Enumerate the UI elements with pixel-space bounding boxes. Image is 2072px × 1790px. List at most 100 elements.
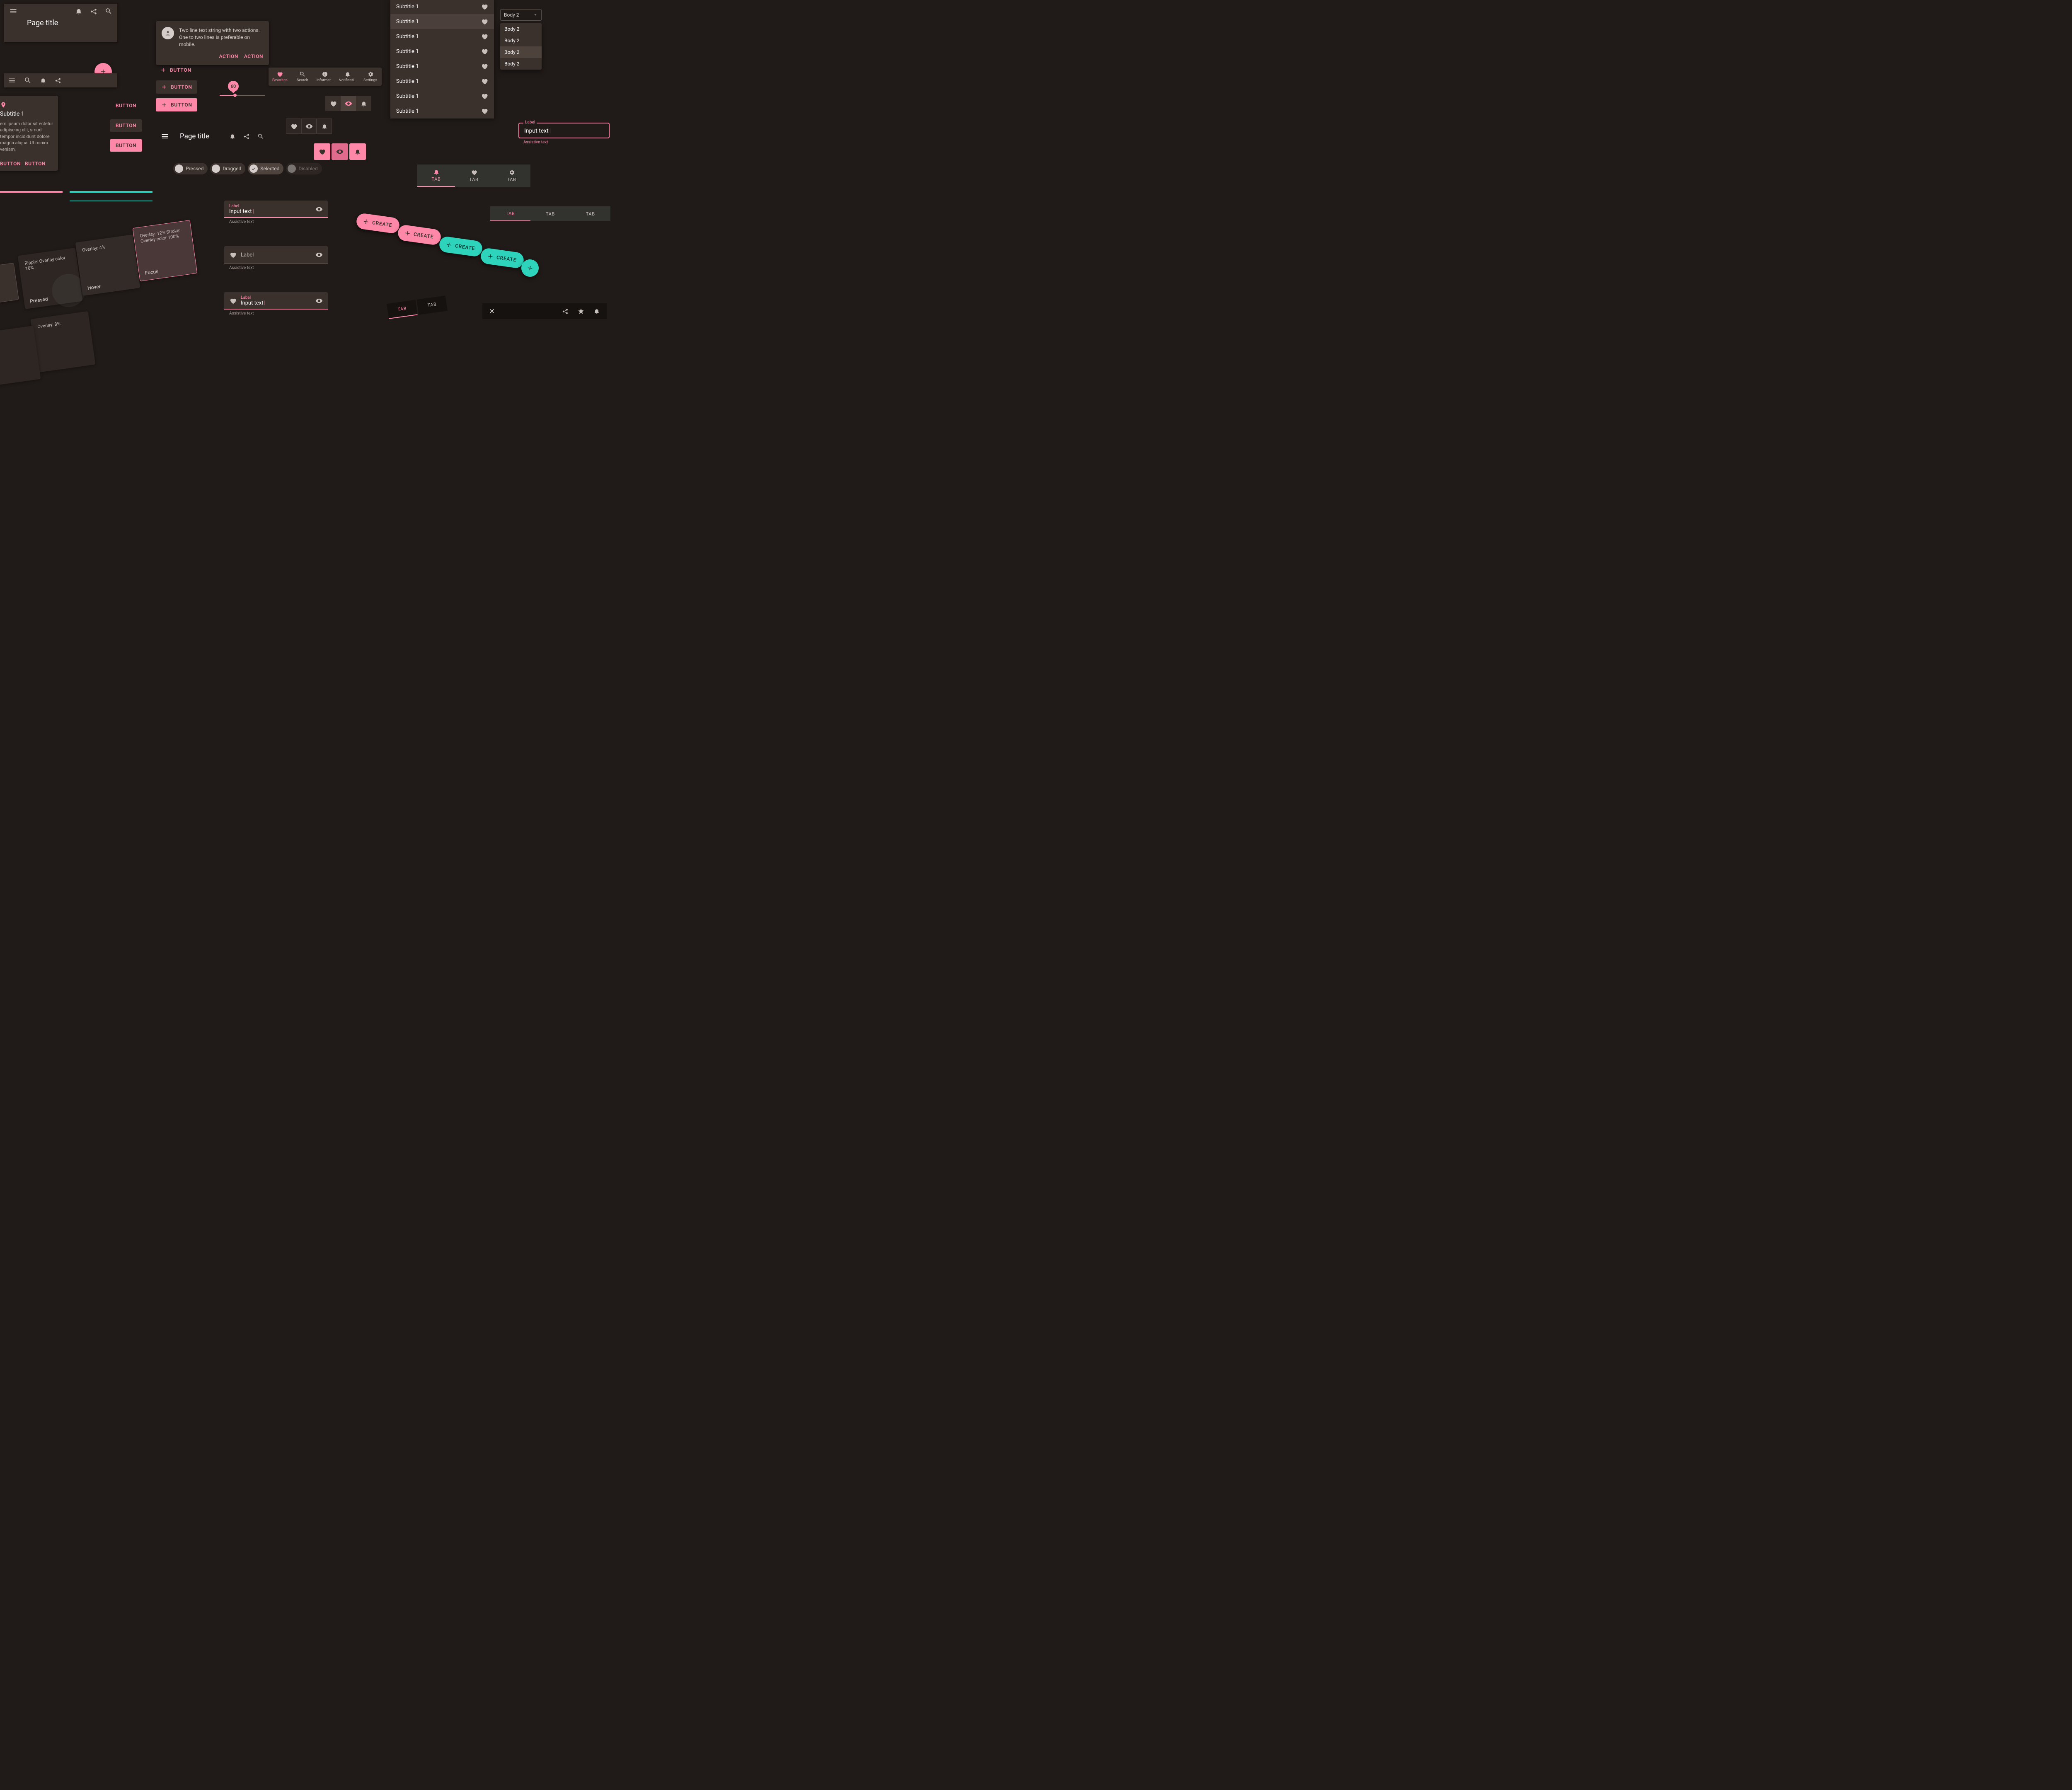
eye-icon[interactable] [315, 206, 323, 213]
nav-notifications[interactable]: Notificati... [336, 68, 359, 86]
search-icon[interactable] [257, 133, 264, 140]
tab-1[interactable]: TAB [417, 164, 455, 187]
nav-favorites[interactable]: Favorites [269, 68, 291, 86]
nav-settings[interactable]: Settings [359, 68, 382, 86]
chip-pressed[interactable]: Pressed [173, 163, 208, 174]
tab-3[interactable]: TAB [570, 206, 610, 221]
eye-icon [336, 148, 344, 155]
share-icon[interactable] [562, 308, 569, 314]
menu-icon[interactable] [9, 7, 17, 15]
heart-icon[interactable] [481, 33, 488, 40]
chip-dragged[interactable]: Dragged [210, 163, 245, 174]
select-button[interactable]: Body 2 [500, 9, 542, 21]
contained-button-pink[interactable]: BUTTON [110, 139, 142, 152]
button-variants: BUTTON BUTTON BUTTON [110, 99, 142, 152]
card-action-2[interactable]: BUTTON [25, 161, 46, 167]
menu-item[interactable]: Body 2 [500, 58, 542, 70]
tab-1[interactable]: TAB [490, 206, 530, 221]
contained-button-grey[interactable]: BUTTON [110, 119, 142, 132]
heart-icon[interactable] [481, 48, 488, 55]
list-item[interactable]: Subtitle 1 [390, 14, 494, 29]
toggle-eye[interactable] [332, 143, 348, 160]
snackbar-action-2[interactable]: ACTION [244, 53, 263, 59]
toggle-bell[interactable] [356, 96, 371, 111]
toggle-group-grey [325, 96, 371, 111]
fab-label: CREATE [413, 231, 434, 240]
field-label: Label [229, 204, 312, 208]
nav-label: Settings [363, 78, 377, 82]
text-input[interactable]: Label Input text [224, 292, 328, 310]
menu-icon[interactable] [161, 132, 169, 140]
bell-icon[interactable] [229, 133, 236, 140]
heart-icon[interactable] [481, 18, 488, 25]
star-icon[interactable] [578, 308, 584, 314]
heart-icon[interactable] [481, 107, 488, 115]
list-item[interactable]: Subtitle 1 [390, 89, 494, 104]
list-item[interactable]: Subtitle 1 [390, 29, 494, 44]
tab-3[interactable]: TAB [493, 164, 530, 187]
bell-icon[interactable] [40, 77, 46, 84]
card-action-1[interactable]: BUTTON [0, 161, 21, 167]
list-item[interactable]: Subtitle 1 [390, 44, 494, 59]
text-input[interactable]: Label Input text [224, 201, 328, 218]
menu-icon[interactable] [8, 77, 16, 84]
toggle-heart[interactable] [325, 96, 341, 111]
tab-1[interactable]: TAB [387, 300, 417, 319]
tab-label: TAB [470, 177, 479, 182]
icon-text-button[interactable]: BUTTON [156, 64, 197, 76]
text-input[interactable]: Label [224, 246, 328, 264]
eye-icon[interactable] [315, 251, 323, 259]
snackbar-action-1[interactable]: ACTION [219, 53, 238, 59]
list-item[interactable]: Subtitle 1 [390, 74, 494, 89]
tab-2[interactable]: TAB [416, 295, 447, 314]
toggle-eye[interactable] [341, 96, 356, 111]
toggle-bell[interactable] [349, 143, 366, 160]
list-item[interactable]: Subtitle 1 [390, 0, 494, 14]
plus-icon [160, 67, 167, 73]
toggle-bell[interactable] [317, 119, 332, 134]
search-icon[interactable] [105, 7, 112, 15]
heart-icon[interactable] [481, 77, 488, 85]
share-icon[interactable] [55, 77, 61, 84]
tab-2[interactable]: TAB [455, 164, 493, 187]
gear-icon [367, 71, 374, 77]
toggle-eye[interactable] [301, 119, 317, 134]
share-icon[interactable] [243, 133, 250, 140]
nav-info[interactable]: Informat... [314, 68, 336, 86]
menu-item[interactable]: Body 2 [500, 46, 542, 58]
bell-icon[interactable] [75, 7, 82, 15]
extended-fab-pink[interactable]: CREATE [397, 224, 442, 246]
chip-selected[interactable]: Selected [248, 163, 283, 174]
icon-pink-button[interactable]: BUTTON [156, 98, 197, 111]
list-item[interactable]: Subtitle 1 [390, 59, 494, 74]
chip-disabled: Disabled [286, 163, 322, 174]
surface-text: Overlay: 8% [37, 318, 84, 329]
list-label: Subtitle 1 [396, 93, 419, 99]
toggle-heart[interactable] [286, 119, 301, 134]
extended-fab-pink[interactable]: CREATE [356, 213, 401, 234]
share-icon[interactable] [90, 7, 97, 15]
heart-icon[interactable] [481, 92, 488, 100]
extended-fab-teal[interactable]: CREATE [438, 236, 484, 257]
close-icon[interactable] [489, 308, 496, 314]
surface-focus: Overlay: 12% Stroke: Overlay color 100% … [133, 220, 198, 281]
progress-bar-pink [0, 191, 63, 193]
heart-icon[interactable] [481, 63, 488, 70]
surface-label: Hover [87, 283, 101, 291]
menu-item[interactable]: Body 2 [500, 23, 542, 35]
text-button[interactable]: BUTTON [110, 99, 142, 112]
search-icon[interactable] [24, 77, 31, 84]
eye-icon[interactable] [315, 297, 323, 305]
extended-fab-teal[interactable]: CREATE [480, 247, 525, 269]
toggle-heart[interactable] [314, 143, 330, 160]
text-input[interactable]: Label Input text [518, 123, 610, 138]
slider-thumb[interactable] [233, 94, 237, 97]
menu-item[interactable]: Body 2 [500, 35, 542, 46]
nav-search[interactable]: Search [291, 68, 314, 86]
list-item[interactable]: Subtitle 1 [390, 104, 494, 119]
tab-2[interactable]: TAB [530, 206, 571, 221]
heart-icon[interactable] [481, 3, 488, 10]
heart-icon [318, 148, 326, 155]
bell-icon[interactable] [593, 308, 600, 314]
icon-grey-button[interactable]: BUTTON [156, 80, 197, 94]
